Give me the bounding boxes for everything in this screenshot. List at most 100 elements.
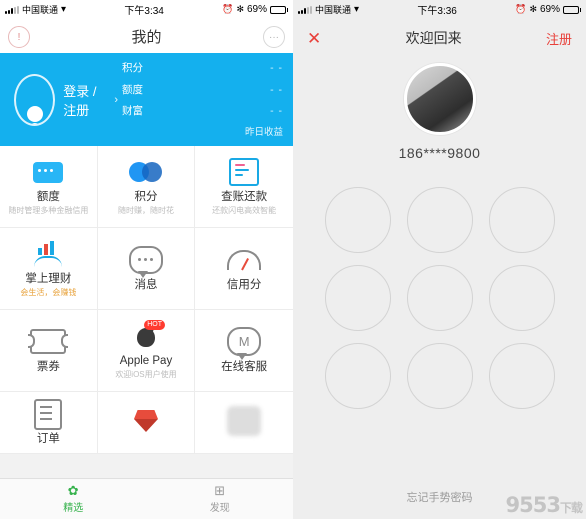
status-left: 中国联通 ▾: [298, 3, 359, 16]
stat-label: 财富: [122, 105, 143, 118]
right-status-bar: 中国联通 ▾ 下午3:36 ⏰ ✻ 69%: [293, 0, 586, 19]
grid-item-points[interactable]: 积分 随时赚，随时花: [97, 146, 196, 228]
grid-item-label: Apple Pay: [119, 355, 173, 367]
grid-item-apple-pay[interactable]: HOT Apple Pay 欢迎iOS用户使用: [97, 310, 196, 392]
screenshot-root: 中国联通 ▾ 下午3:34 ⏰ ✻ 69% ! 我的 ··· 登录 / 注册 ›: [0, 0, 586, 519]
alarm-icon: ⏰: [515, 4, 527, 14]
bill-icon: [229, 157, 260, 187]
phone-number: 186****9800: [398, 145, 481, 161]
status-time: 下午3:36: [417, 6, 457, 17]
avatar: [14, 73, 56, 126]
ticket-icon: [28, 327, 69, 357]
grid-item-credit-limit[interactable]: 额度 随时管理多种金融信用: [0, 146, 98, 228]
status-left: 中国联通 ▾: [5, 3, 66, 16]
left-status-bar: 中国联通 ▾ 下午3:34 ⏰ ✻ 69%: [0, 0, 293, 19]
chevron-right-icon: ›: [114, 93, 118, 106]
status-time: 下午3:34: [124, 6, 164, 17]
header-footnote: 昨日收益: [244, 126, 283, 138]
watermark-text: 9553: [505, 493, 561, 517]
close-icon[interactable]: ✕: [307, 30, 321, 47]
grid-item-label: 票券: [36, 360, 60, 373]
grid-item-sub: 还款闪电高效智能: [212, 206, 277, 215]
status-right: ⏰ ✻ 69%: [222, 4, 288, 15]
grid-item-sub: 欢迎iOS用户使用: [115, 370, 177, 379]
grid-item-label: 在线客服: [221, 360, 268, 373]
credit-score-icon: [227, 245, 262, 275]
grid-item-messages[interactable]: 消息: [97, 228, 196, 310]
chat-icon[interactable]: ···: [263, 26, 285, 48]
profile-header: 登录 / 注册 › 积分 - - 额度 - - 财富 - - 昨日收益: [0, 53, 293, 146]
pattern-dot[interactable]: [488, 265, 555, 331]
grid-item-label: 查账还款: [221, 191, 268, 203]
wealth-hand-icon: [32, 239, 64, 269]
grid-item-customer-service[interactable]: M 在线客服: [195, 310, 293, 392]
grid-item-sub: 会生活，会赚钱: [20, 288, 77, 297]
pattern-dot[interactable]: [406, 187, 473, 253]
stat-label: 积分: [122, 62, 143, 74]
battery-percent: 69%: [539, 4, 560, 15]
left-phone-screen: 中国联通 ▾ 下午3:34 ⏰ ✻ 69% ! 我的 ··· 登录 / 注册 ›: [0, 0, 293, 519]
login-register-link[interactable]: 登录 / 注册 ›: [63, 81, 118, 119]
compass-icon: ⊞: [214, 483, 226, 498]
grid-item-diamond[interactable]: [97, 392, 196, 454]
carrier-label: 中国联通: [315, 5, 352, 15]
pattern-dot[interactable]: [324, 343, 391, 409]
stat-row: 财富 - -: [122, 104, 283, 118]
star-icon: ✿: [67, 483, 79, 498]
grid-item-credit-score[interactable]: 信用分: [195, 228, 293, 310]
stat-label: 额度: [122, 83, 143, 96]
feature-grid: 额度 随时管理多种金融信用 积分 随时赚，随时花 查账还款 还款闪电高效智能 掌…: [0, 146, 293, 454]
watermark-suffix: 下载: [559, 501, 583, 515]
bluetooth-icon: ✻: [529, 4, 537, 14]
grid-item-label: 信用分: [226, 278, 262, 291]
watermark: 9553下载: [505, 493, 583, 517]
user-photo: [403, 63, 476, 135]
pattern-dot[interactable]: [324, 265, 391, 331]
message-icon: [128, 245, 163, 278]
pattern-dot[interactable]: [488, 343, 555, 409]
bottom-tab-bar: ✿ 精选 ⊞ 发现: [0, 478, 293, 519]
diamond-icon: [131, 406, 161, 436]
stat-row: 额度 - -: [122, 83, 283, 97]
pattern-dot[interactable]: [324, 187, 391, 253]
order-list-icon: [34, 398, 63, 430]
alert-icon[interactable]: !: [8, 26, 30, 48]
alarm-icon: ⏰: [222, 4, 234, 14]
stat-row: 积分 - -: [122, 61, 283, 75]
status-right: ⏰ ✻ 69%: [515, 4, 581, 15]
pattern-dot[interactable]: [406, 343, 473, 409]
stat-value: - -: [270, 83, 283, 96]
points-circles-icon: [128, 157, 163, 187]
welcome-title: 欢迎回来: [405, 30, 462, 46]
right-phone-screen: 中国联通 ▾ 下午3:36 ⏰ ✻ 69% ✕ 欢迎回来 注册 186****9…: [293, 0, 586, 519]
register-button[interactable]: 注册: [546, 29, 572, 48]
grid-item-bill-repay[interactable]: 查账还款 还款闪电高效智能: [195, 146, 293, 228]
grid-item-wealth[interactable]: 掌上理财 会生活，会赚钱: [0, 228, 98, 310]
battery-icon: [563, 5, 581, 14]
tab-label: 发现: [209, 503, 230, 514]
blurred-icon: [227, 406, 262, 436]
avatar-area[interactable]: 登录 / 注册 ›: [0, 53, 118, 146]
battery-icon: [270, 5, 288, 14]
grid-item-label: 消息: [134, 278, 158, 291]
pattern-dot[interactable]: [488, 187, 555, 253]
right-nav-bar: ✕ 欢迎回来 注册: [293, 19, 586, 57]
grid-item-label: 掌上理财: [25, 273, 72, 285]
grid-item-blurred[interactable]: [195, 392, 293, 454]
battery-percent: 69%: [246, 4, 267, 15]
tab-discover[interactable]: ⊞ 发现: [147, 479, 294, 519]
header-stats: 积分 - - 额度 - - 财富 - - 昨日收益: [118, 53, 293, 146]
grid-item-sub: 随时管理多种金融信用: [8, 206, 89, 215]
pattern-dot[interactable]: [406, 265, 473, 331]
carrier-label: 中国联通: [22, 5, 59, 15]
grid-item-tickets[interactable]: 票券: [0, 310, 98, 392]
grid-item-orders[interactable]: 订单: [0, 392, 98, 454]
pattern-lock-grid[interactable]: [324, 187, 555, 409]
tab-featured[interactable]: ✿ 精选: [0, 479, 147, 519]
signal-icon: [298, 5, 312, 14]
left-nav-bar: ! 我的 ···: [0, 19, 293, 53]
apple-pay-icon: HOT: [131, 320, 165, 351]
page-title: 我的: [131, 28, 162, 46]
credit-card-icon: [33, 157, 64, 187]
customer-service-icon: M: [227, 327, 262, 360]
